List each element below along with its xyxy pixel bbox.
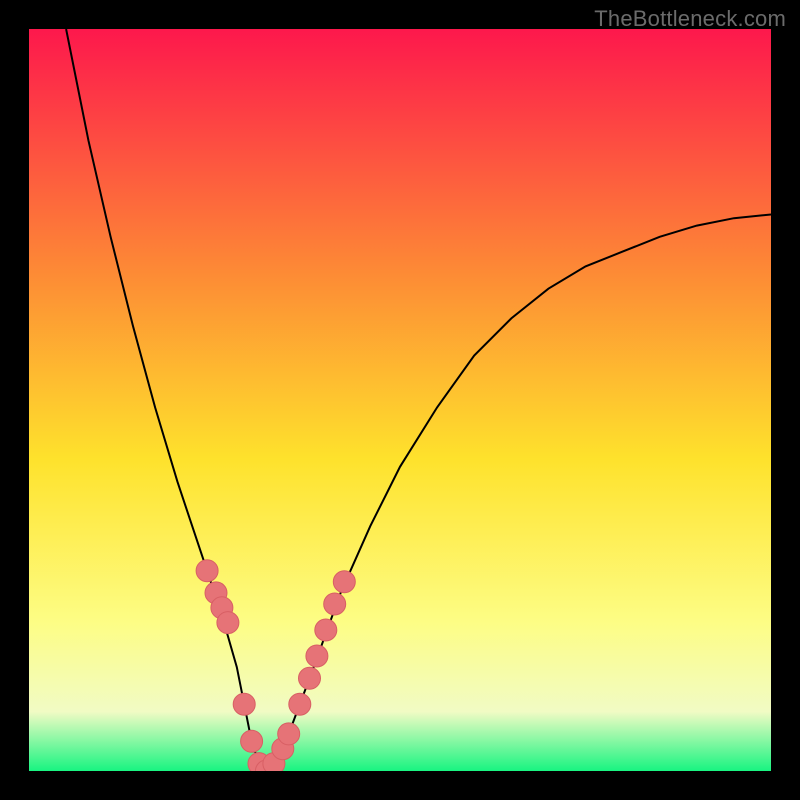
marker-dot (196, 560, 218, 582)
bottleneck-plot (29, 29, 771, 771)
marker-dot (278, 723, 300, 745)
marker-dot (233, 693, 255, 715)
marker-dot (306, 645, 328, 667)
chart-frame: TheBottleneck.com (0, 0, 800, 800)
marker-dot (241, 730, 263, 752)
marker-dot (289, 693, 311, 715)
marker-dot (217, 612, 239, 634)
gradient-background (29, 29, 771, 771)
marker-dot (324, 593, 346, 615)
watermark-text: TheBottleneck.com (594, 6, 786, 32)
marker-dot (315, 619, 337, 641)
marker-dot (333, 571, 355, 593)
marker-dot (299, 667, 321, 689)
